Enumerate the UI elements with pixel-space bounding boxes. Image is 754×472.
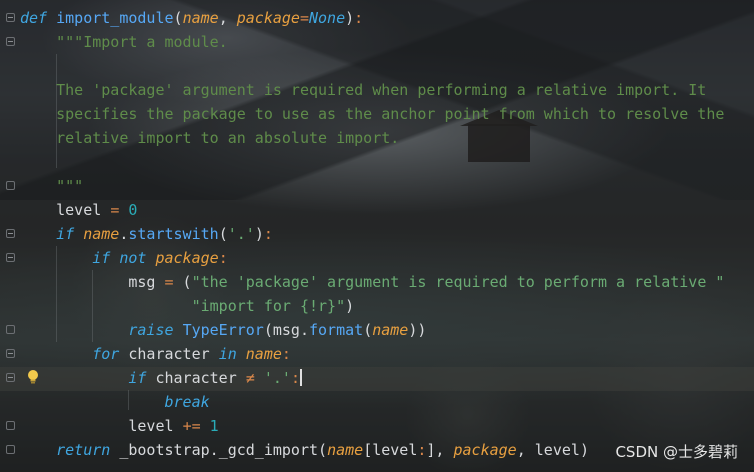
- code-line-for: for character in name:: [92, 345, 291, 363]
- fold-marker-icon[interactable]: [6, 325, 15, 334]
- code-line-msg-cont: "import for {!r}"): [191, 297, 355, 315]
- code-line-level-init: level = 0: [56, 201, 138, 219]
- fold-marker-icon[interactable]: [6, 229, 15, 238]
- code-line-if-startswith: if name.startswith('.'):: [56, 225, 273, 243]
- fold-marker-icon[interactable]: [6, 349, 15, 358]
- fold-marker-icon[interactable]: [6, 373, 15, 382]
- code-line-doc2: The 'package' argument is required when …: [56, 81, 707, 99]
- code-line-doc3: specifies the package to use as the anch…: [56, 105, 725, 123]
- fold-marker-icon[interactable]: [6, 421, 15, 430]
- code-line-raise: raise TypeError(msg.format(name)): [128, 321, 427, 339]
- code-line-msg: msg = ("the 'package' argument is requir…: [128, 273, 725, 291]
- code-line-doc1: """Import a module.: [56, 33, 228, 51]
- fold-marker-icon[interactable]: [6, 253, 15, 262]
- editor-gutter: [0, 0, 22, 472]
- watermark-text: CSDN @士多碧莉: [615, 443, 738, 461]
- fold-marker-icon[interactable]: [6, 37, 15, 46]
- text-cursor: [299, 369, 302, 386]
- fold-marker-icon[interactable]: [6, 445, 15, 454]
- code-line-doc4: relative import to an absolute import.: [56, 129, 400, 147]
- fold-marker-icon[interactable]: [6, 181, 15, 190]
- code-line-if-character: if character ≠ '.':: [128, 369, 302, 387]
- fold-marker-icon[interactable]: [6, 13, 15, 22]
- code-line-level-incr: level += 1: [128, 417, 219, 435]
- code-line-doc-close: """: [56, 177, 84, 195]
- code-line-def: def import_module(name, package=None):: [20, 9, 364, 27]
- code-line-if-not-package: if not package:: [92, 249, 228, 267]
- code-editor[interactable]: def import_module(name, package=None): "…: [20, 6, 754, 462]
- code-line-break: break: [164, 393, 210, 411]
